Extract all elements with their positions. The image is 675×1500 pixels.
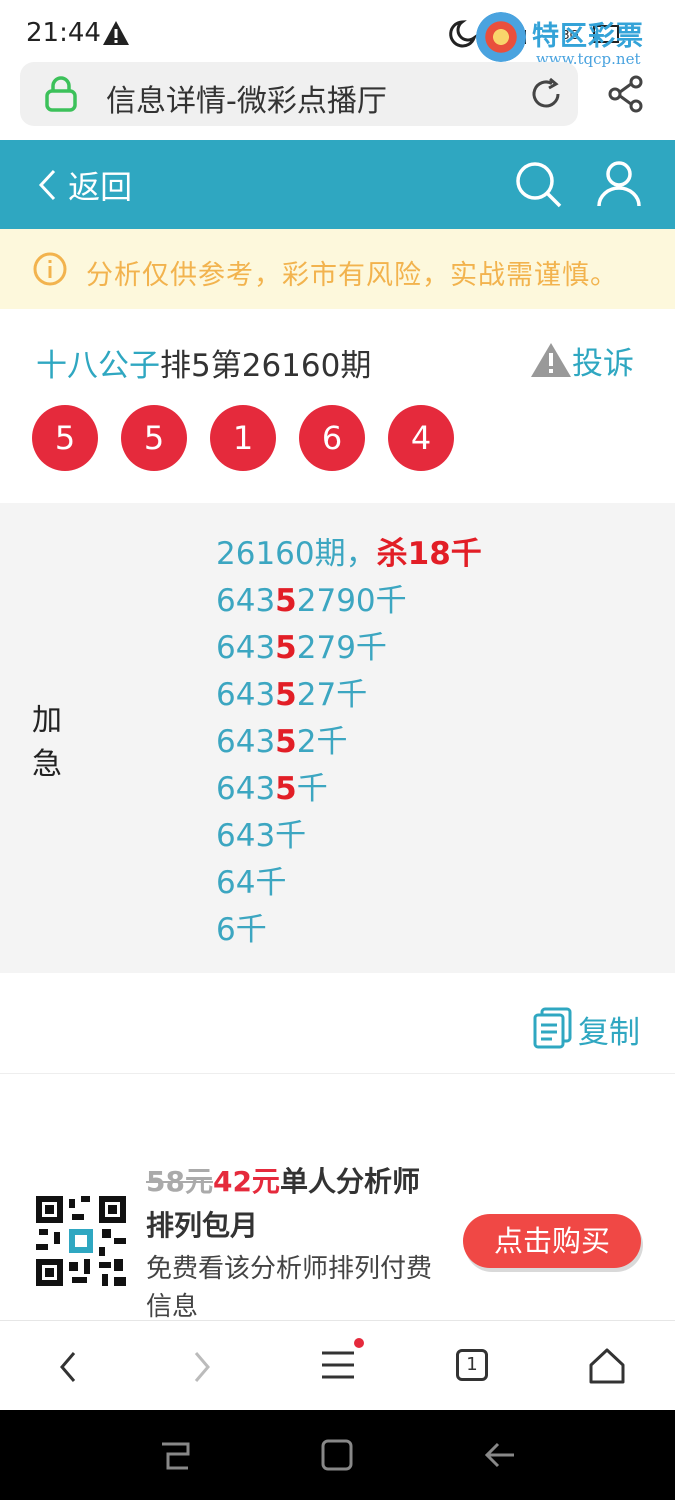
prediction-line: 6435千 (216, 771, 328, 807)
info-icon (33, 252, 67, 286)
alert-icon (531, 343, 571, 377)
home-icon[interactable] (588, 1347, 626, 1385)
copy-row: 复制 (0, 973, 675, 1074)
menu-icon[interactable] (318, 1337, 364, 1383)
watermark-emblem-icon (476, 12, 526, 62)
prediction-content: 加急 26160期，杀18千 64352790千 6435279千 643527… (0, 503, 675, 973)
browser-bottom-bar: 1 (0, 1320, 675, 1411)
search-icon[interactable] (514, 160, 564, 210)
url-title: 信息详情-微彩点播厅 (106, 84, 387, 119)
back-nav-icon[interactable] (484, 1440, 516, 1470)
prediction-line: 64352千 (216, 724, 348, 760)
notice-text: 分析仅供参考，彩市有风险，实战需谨慎。 (86, 260, 618, 291)
warning-icon (103, 21, 129, 45)
back-label: 返回 (68, 168, 133, 206)
share-icon[interactable] (606, 74, 646, 114)
prediction-line: 643527千 (216, 677, 368, 713)
post-title: 十八公子排5第26160期 (36, 340, 371, 385)
home-nav-icon[interactable] (320, 1438, 354, 1472)
back-button[interactable]: 返回 (36, 162, 132, 208)
watermark-logo: 特区彩票网 www.tqcp.net (470, 8, 670, 91)
prediction-line: 6435279千 (216, 630, 387, 666)
qr-code-icon (36, 1196, 126, 1286)
prediction-line: 6千 (216, 912, 267, 948)
complain-button[interactable]: 投诉 (530, 338, 634, 383)
author-name[interactable]: 十八公子 (36, 348, 160, 384)
risk-notice: 分析仅供参考，彩市有风险，实战需谨慎。 (0, 229, 675, 309)
chevron-left-icon (38, 169, 56, 201)
prediction-line: 26160期，杀18千 (216, 536, 482, 572)
top-nav: 返回 (0, 140, 675, 229)
urgent-tag: 加急 (32, 703, 62, 782)
prediction-line: 64352790千 (216, 583, 407, 619)
old-price: 58元 (146, 1165, 213, 1198)
result-ball: 5 (121, 405, 187, 471)
copy-icon[interactable] (532, 1007, 574, 1049)
status-time: 21:44 (26, 18, 101, 48)
copy-button[interactable]: 复制 (578, 1007, 640, 1052)
recents-icon[interactable] (158, 1440, 192, 1472)
forward-icon[interactable] (190, 1349, 214, 1385)
tabs-button[interactable]: 1 (456, 1349, 488, 1381)
back-icon[interactable] (56, 1349, 80, 1385)
promo-title: 58元42元单人分析师 (146, 1160, 420, 1200)
result-ball: 4 (388, 405, 454, 471)
promo-title-line2: 排列包月 (146, 1209, 259, 1242)
promo-title-text: 单人分析师 (279, 1165, 420, 1198)
system-nav-bar (0, 1410, 675, 1500)
result-ball: 5 (32, 405, 98, 471)
promo-card: 58元42元单人分析师 排列包月 免费看该分析师排列付费信息 点击购买 (0, 1120, 675, 1322)
new-price: 42元 (212, 1165, 280, 1198)
lock-icon (45, 76, 77, 112)
reload-icon[interactable] (528, 76, 564, 112)
user-icon[interactable] (596, 160, 642, 208)
complain-label: 投诉 (572, 346, 634, 382)
prediction-lines: 26160期，杀18千 64352790千 6435279千 643527千 6… (216, 531, 482, 954)
result-ball: 6 (299, 405, 365, 471)
buy-button[interactable]: 点击购买 (463, 1214, 641, 1268)
promo-description: 免费看该分析师排列付费信息 (146, 1254, 433, 1322)
post-period: 排5第26160期 (160, 348, 372, 384)
result-ball: 1 (210, 405, 276, 471)
prediction-line: 643千 (216, 818, 307, 854)
url-bar[interactable]: 信息详情-微彩点播厅 (20, 62, 578, 126)
prediction-line: 64千 (216, 865, 287, 901)
